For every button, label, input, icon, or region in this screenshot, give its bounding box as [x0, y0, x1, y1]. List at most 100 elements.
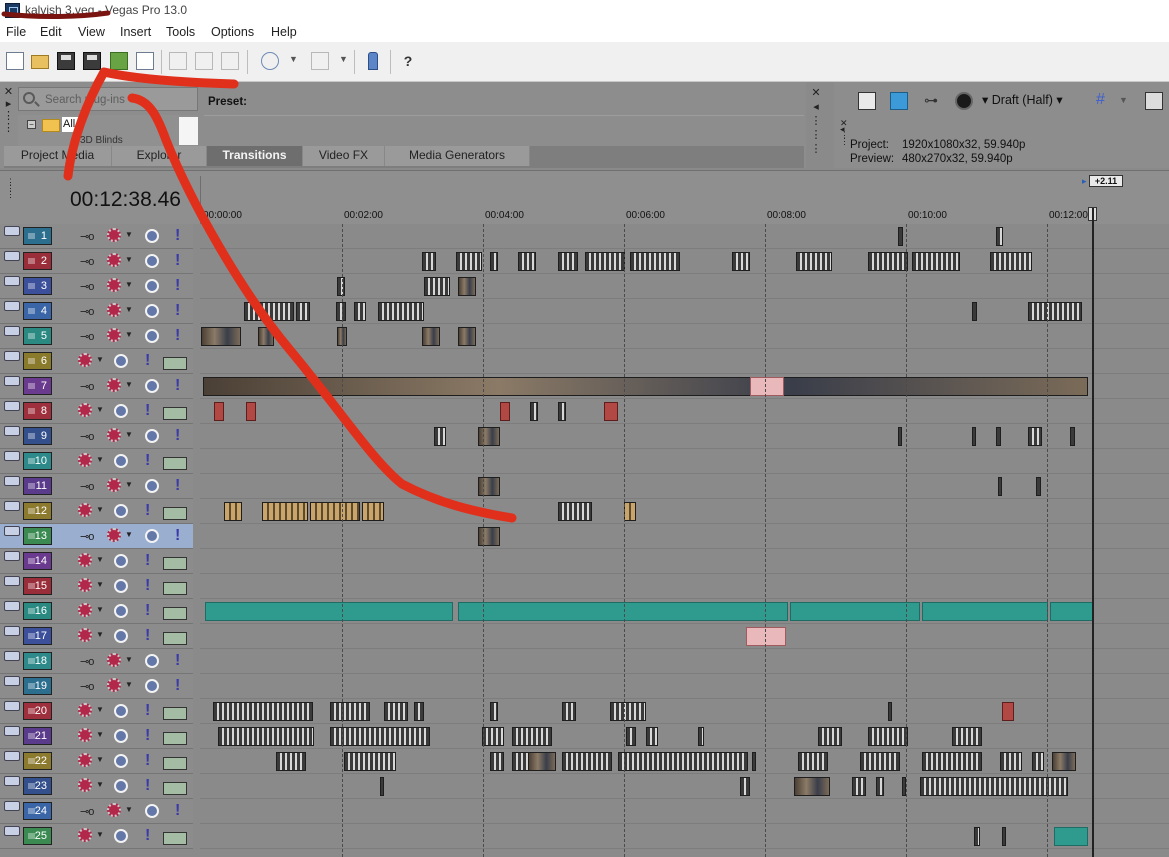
track-fx-dropdown-caret[interactable]: ▼: [125, 230, 133, 239]
whats-this-help-icon[interactable]: ?: [399, 52, 417, 70]
track-fx-icon[interactable]: [107, 678, 121, 692]
timeline-clip[interactable]: [698, 727, 704, 746]
track-solo-icon[interactable]: !: [145, 627, 150, 645]
timeline-clip[interactable]: [796, 252, 832, 271]
track-header-3[interactable]: 3 ⊸o ▼!: [0, 274, 193, 299]
track-fx-dropdown-caret[interactable]: ▼: [96, 780, 104, 789]
track-motion-icon[interactable]: ⊸o: [80, 280, 94, 293]
track-fx-icon[interactable]: [107, 328, 121, 342]
timeline-clip[interactable]: [1036, 477, 1041, 496]
track-lane-18[interactable]: [200, 649, 1169, 674]
timeline-ruler[interactable]: 00:00:00 00:02:00 00:04:00 00:06:00 00:0…: [200, 176, 1169, 225]
timeline-clip[interactable]: [380, 777, 384, 796]
timeline-clip[interactable]: [558, 402, 566, 421]
track-lane-3[interactable]: [200, 274, 1169, 299]
track-mute-icon[interactable]: [114, 579, 128, 593]
timeline-clip[interactable]: [456, 252, 482, 271]
timeline-clip[interactable]: [818, 727, 842, 746]
timeline-clip[interactable]: [482, 727, 504, 746]
track-lane-22[interactable]: [200, 749, 1169, 774]
track-solo-icon[interactable]: !: [145, 577, 150, 595]
timeline-clip[interactable]: [876, 777, 884, 796]
track-solo-icon[interactable]: !: [175, 277, 180, 295]
cut-icon[interactable]: [169, 52, 187, 70]
properties-icon[interactable]: [136, 52, 154, 70]
track-motion-icon[interactable]: ⊸o: [80, 330, 94, 343]
track-fx-icon[interactable]: [78, 578, 92, 592]
paste-icon[interactable]: [221, 52, 239, 70]
track-volume-slider[interactable]: [163, 832, 187, 845]
track-number-badge[interactable]: 4: [23, 302, 52, 320]
track-lane-2[interactable]: [200, 249, 1169, 274]
track-number-badge[interactable]: 3: [23, 277, 52, 295]
timeline-clip[interactable]: [478, 477, 500, 496]
timeline-clip[interactable]: [972, 302, 977, 321]
track-solo-icon[interactable]: !: [175, 377, 180, 395]
track-fx-dropdown-caret[interactable]: ▼: [125, 480, 133, 489]
track-mute-icon[interactable]: [114, 829, 128, 843]
track-mute-icon[interactable]: [114, 754, 128, 768]
timeline-clip[interactable]: [1032, 752, 1044, 771]
timeline-clip[interactable]: [860, 752, 900, 771]
timeline-clip[interactable]: [974, 827, 980, 846]
track-volume-slider[interactable]: [163, 632, 187, 645]
track-fx-dropdown-caret[interactable]: ▼: [96, 705, 104, 714]
track-solo-icon[interactable]: !: [145, 552, 150, 570]
timeline-clip[interactable]: [972, 427, 976, 446]
track-header-10[interactable]: 10 ▼!: [0, 449, 193, 474]
track-motion-icon[interactable]: ⊸o: [80, 430, 94, 443]
track-header-15[interactable]: 15 ▼!: [0, 574, 193, 599]
timeline-clip[interactable]: [626, 727, 636, 746]
track-lane-13[interactable]: [200, 524, 1169, 549]
track-fx-icon[interactable]: [107, 278, 121, 292]
track-number-badge[interactable]: 2: [23, 252, 52, 270]
track-solo-icon[interactable]: !: [145, 352, 150, 370]
track-lane-6[interactable]: [200, 349, 1169, 374]
timeline-clip[interactable]: [624, 502, 636, 521]
split-screen-icon[interactable]: ⊶: [924, 92, 942, 110]
track-fx-dropdown-caret[interactable]: ▼: [125, 280, 133, 289]
timeline-clip[interactable]: [378, 302, 424, 321]
track-solo-icon[interactable]: !: [145, 752, 150, 770]
menu-tools[interactable]: Tools: [166, 25, 195, 39]
timeline-clip[interactable]: [422, 327, 440, 346]
timeline-clip[interactable]: [201, 327, 241, 346]
track-expand-icon[interactable]: [4, 776, 20, 786]
track-mute-icon[interactable]: [145, 804, 159, 818]
timeline-clip[interactable]: [618, 752, 748, 771]
timeline-clip[interactable]: [500, 402, 510, 421]
track-lane-1[interactable]: [200, 224, 1169, 249]
track-mute-icon[interactable]: [114, 554, 128, 568]
track-fx-dropdown-caret[interactable]: ▼: [125, 430, 133, 439]
timeline-clip[interactable]: [337, 277, 345, 296]
track-expand-icon[interactable]: [4, 376, 20, 386]
track-fx-icon[interactable]: [78, 728, 92, 742]
track-lane-15[interactable]: [200, 574, 1169, 599]
track-fx-dropdown-caret[interactable]: ▼: [125, 305, 133, 314]
track-header-1[interactable]: 1 ⊸o ▼!: [0, 224, 193, 249]
track-fx-dropdown-caret[interactable]: ▼: [125, 805, 133, 814]
track-header-17[interactable]: 17 ▼!: [0, 624, 193, 649]
track-header-4[interactable]: 4 ⊸o ▼!: [0, 299, 193, 324]
track-fx-dropdown-caret[interactable]: ▼: [96, 405, 104, 414]
track-lane-5[interactable]: [200, 324, 1169, 349]
track-number-badge[interactable]: 11: [23, 477, 52, 495]
track-mute-icon[interactable]: [114, 604, 128, 618]
track-expand-icon[interactable]: [4, 601, 20, 611]
timeline-clip[interactable]: [996, 227, 1003, 246]
timeline-clip[interactable]: [562, 752, 612, 771]
track-number-badge[interactable]: 10: [23, 452, 52, 470]
track-motion-icon[interactable]: ⊸o: [80, 480, 94, 493]
track-lane-7[interactable]: [200, 374, 1169, 399]
track-mute-icon[interactable]: [114, 779, 128, 793]
track-header-11[interactable]: 11 ⊸o ▼!: [0, 474, 193, 499]
tab-project-media[interactable]: Project Media: [4, 146, 112, 166]
menu-view[interactable]: View: [78, 25, 105, 39]
track-lane-12[interactable]: [200, 499, 1169, 524]
timeline-clip[interactable]: [213, 702, 313, 721]
track-lane-19[interactable]: [200, 674, 1169, 699]
track-number-badge[interactable]: 12: [23, 502, 52, 520]
timeline-clip[interactable]: [512, 727, 552, 746]
timeline-clip[interactable]: [630, 252, 680, 271]
render-icon[interactable]: [110, 52, 128, 70]
